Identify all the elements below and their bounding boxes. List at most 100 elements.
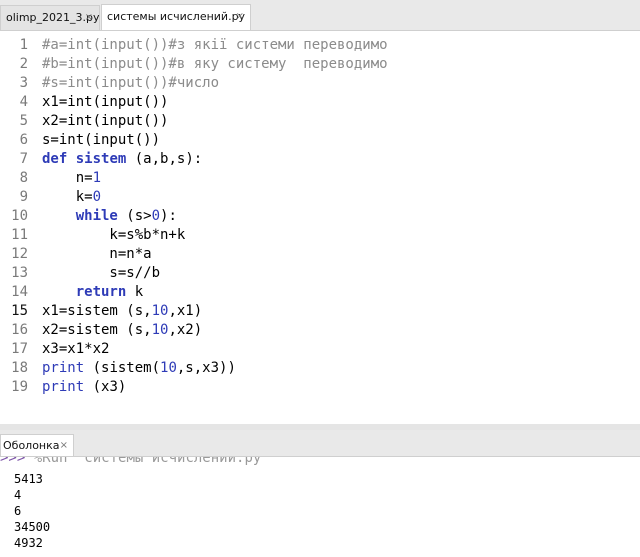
code-token: x1=int(input()) [42, 94, 169, 110]
code-token: s=s//b [42, 265, 161, 281]
code-line[interactable]: 6 s=int(input()) [0, 131, 640, 150]
code-line[interactable]: 10 while (s>0): [0, 207, 640, 226]
code-token: print [42, 360, 85, 376]
code-token: print [42, 379, 85, 395]
code-token: (sistem( [84, 360, 161, 376]
code-text: x1=int(input()) [42, 93, 168, 112]
code-token: while [75, 208, 118, 224]
code-line[interactable]: 4 x1=int(input()) [0, 93, 640, 112]
tab-label: системы исчислений.py [107, 10, 246, 23]
code-line[interactable]: 9 k=0 [0, 188, 640, 207]
code-token: ): [160, 208, 177, 224]
code-token: k= [42, 189, 93, 205]
code-token: (s> [117, 208, 152, 224]
code-text: def sistem (a,b,s): [42, 150, 202, 169]
code-token: ,x1) [168, 303, 203, 319]
code-line[interactable]: 16 x2=sistem (s,10,x2) [0, 321, 640, 340]
line-number: 11 [11, 227, 28, 243]
code-text: print (x3) [42, 378, 126, 397]
line-number: 19 [11, 379, 28, 395]
code-text: return k [42, 283, 143, 302]
code-text: n=n*a [42, 245, 152, 264]
code-text: s=int(input()) [42, 131, 160, 150]
output-line: 6 [14, 504, 22, 518]
tab-shell[interactable]: Оболонка × [0, 434, 74, 456]
code-text: #a=int(input())#з якії системи переводим… [42, 36, 388, 55]
code-token: 1 [92, 170, 102, 186]
close-icon[interactable]: × [60, 435, 68, 456]
code-text: x2=int(input()) [42, 112, 168, 131]
code-line[interactable]: 17 x3=x1*x2 [0, 340, 640, 359]
code-token: def [42, 151, 68, 167]
code-text: n=1 [42, 169, 101, 188]
code-token: ,x2) [168, 322, 203, 338]
tab-label: Оболонка [3, 439, 60, 452]
code-line[interactable]: 2 #b=int(input())#в яку систему переводим… [0, 55, 640, 74]
code-line[interactable]: 12 n=n*a [0, 245, 640, 264]
line-number: 2 [19, 56, 28, 72]
line-number: 6 [19, 132, 28, 148]
code-token: #a=int(input())#з якії системи переводим… [42, 37, 388, 53]
code-line[interactable]: 7 def sistem (a,b,s): [0, 150, 640, 169]
close-icon[interactable]: × [85, 6, 93, 30]
code-line[interactable]: 13 s=s//b [0, 264, 640, 283]
code-line[interactable]: 8 n=1 [0, 169, 640, 188]
line-number: 12 [11, 246, 28, 262]
code-text: while (s>0): [42, 207, 177, 226]
code-token: ,s,x3)) [176, 360, 236, 376]
close-icon[interactable]: × [236, 5, 244, 29]
code-text: k=0 [42, 188, 101, 207]
code-text: #s=int(input())#число [42, 74, 219, 93]
code-token: n= [42, 170, 93, 186]
line-number: 15 [11, 303, 28, 319]
code-text: #b=int(input())#в яку систему переводимо [42, 55, 388, 74]
code-line[interactable]: 19 print (x3) [0, 378, 640, 397]
line-number: 9 [19, 189, 28, 205]
code-line[interactable]: 11 k=s%b*n+k [0, 226, 640, 245]
code-line[interactable]: 15 x1=sistem (s,10,x1) [0, 302, 640, 321]
tab-olimp-2021-3[interactable]: olimp_2021_3.py × [0, 5, 100, 30]
line-number: 5 [19, 113, 28, 129]
code-token: k [126, 284, 144, 300]
shell-tab-bar: Оболонка × [0, 430, 640, 457]
output-line: 4 [14, 488, 22, 502]
code-token: s=int(input()) [42, 132, 161, 148]
code-token: #s=int(input())#число [42, 75, 220, 91]
line-number: 16 [11, 322, 28, 338]
code-token: x1=sistem (s, [42, 303, 152, 319]
line-number: 4 [19, 94, 28, 110]
code-text: x2=sistem (s,10,x2) [42, 321, 202, 340]
code-token: 0 [151, 208, 161, 224]
code-token: sistem [75, 151, 127, 167]
code-token: 10 [151, 303, 169, 319]
code-token: 10 [160, 360, 177, 376]
line-number: 7 [19, 151, 28, 167]
output-line: 34500 [14, 520, 51, 534]
line-number: 10 [11, 208, 28, 224]
code-line[interactable]: 14 return k [0, 283, 640, 302]
line-number: 14 [11, 284, 28, 300]
code-line[interactable]: 3 #s=int(input())#число [0, 74, 640, 93]
shell-output[interactable]: >>> %Run системы исчислений.py 5413 4 6 345… [0, 457, 640, 557]
line-number: 18 [11, 360, 28, 376]
code-line[interactable]: 1 #a=int(input())#з якії системи переводи… [0, 36, 640, 55]
code-editor[interactable]: 1 #a=int(input())#з якії системи переводи… [0, 31, 640, 424]
code-line[interactable]: 18 print (sistem(10,s,x3)) [0, 359, 640, 378]
code-text: print (sistem(10,s,x3)) [42, 359, 236, 378]
code-line[interactable]: 5 x2=int(input()) [0, 112, 640, 131]
code-token: (x3) [84, 379, 127, 395]
code-token: 0 [92, 189, 102, 205]
line-number: 8 [19, 170, 28, 186]
tab-sistemy-ischisleniy[interactable]: системы исчислений.py × [101, 4, 251, 30]
prompt-command: %Run системы исчислений.py [25, 457, 262, 466]
code-text: x1=sistem (s,10,x1) [42, 302, 202, 321]
code-token: #b=int(input())#в яку систему переводимо [42, 56, 388, 72]
output-line: 5413 [14, 472, 43, 486]
code-token: n=n*a [42, 246, 152, 262]
line-number: 3 [19, 75, 28, 91]
code-token: x2=sistem (s, [42, 322, 152, 338]
code-token: return [75, 284, 127, 300]
